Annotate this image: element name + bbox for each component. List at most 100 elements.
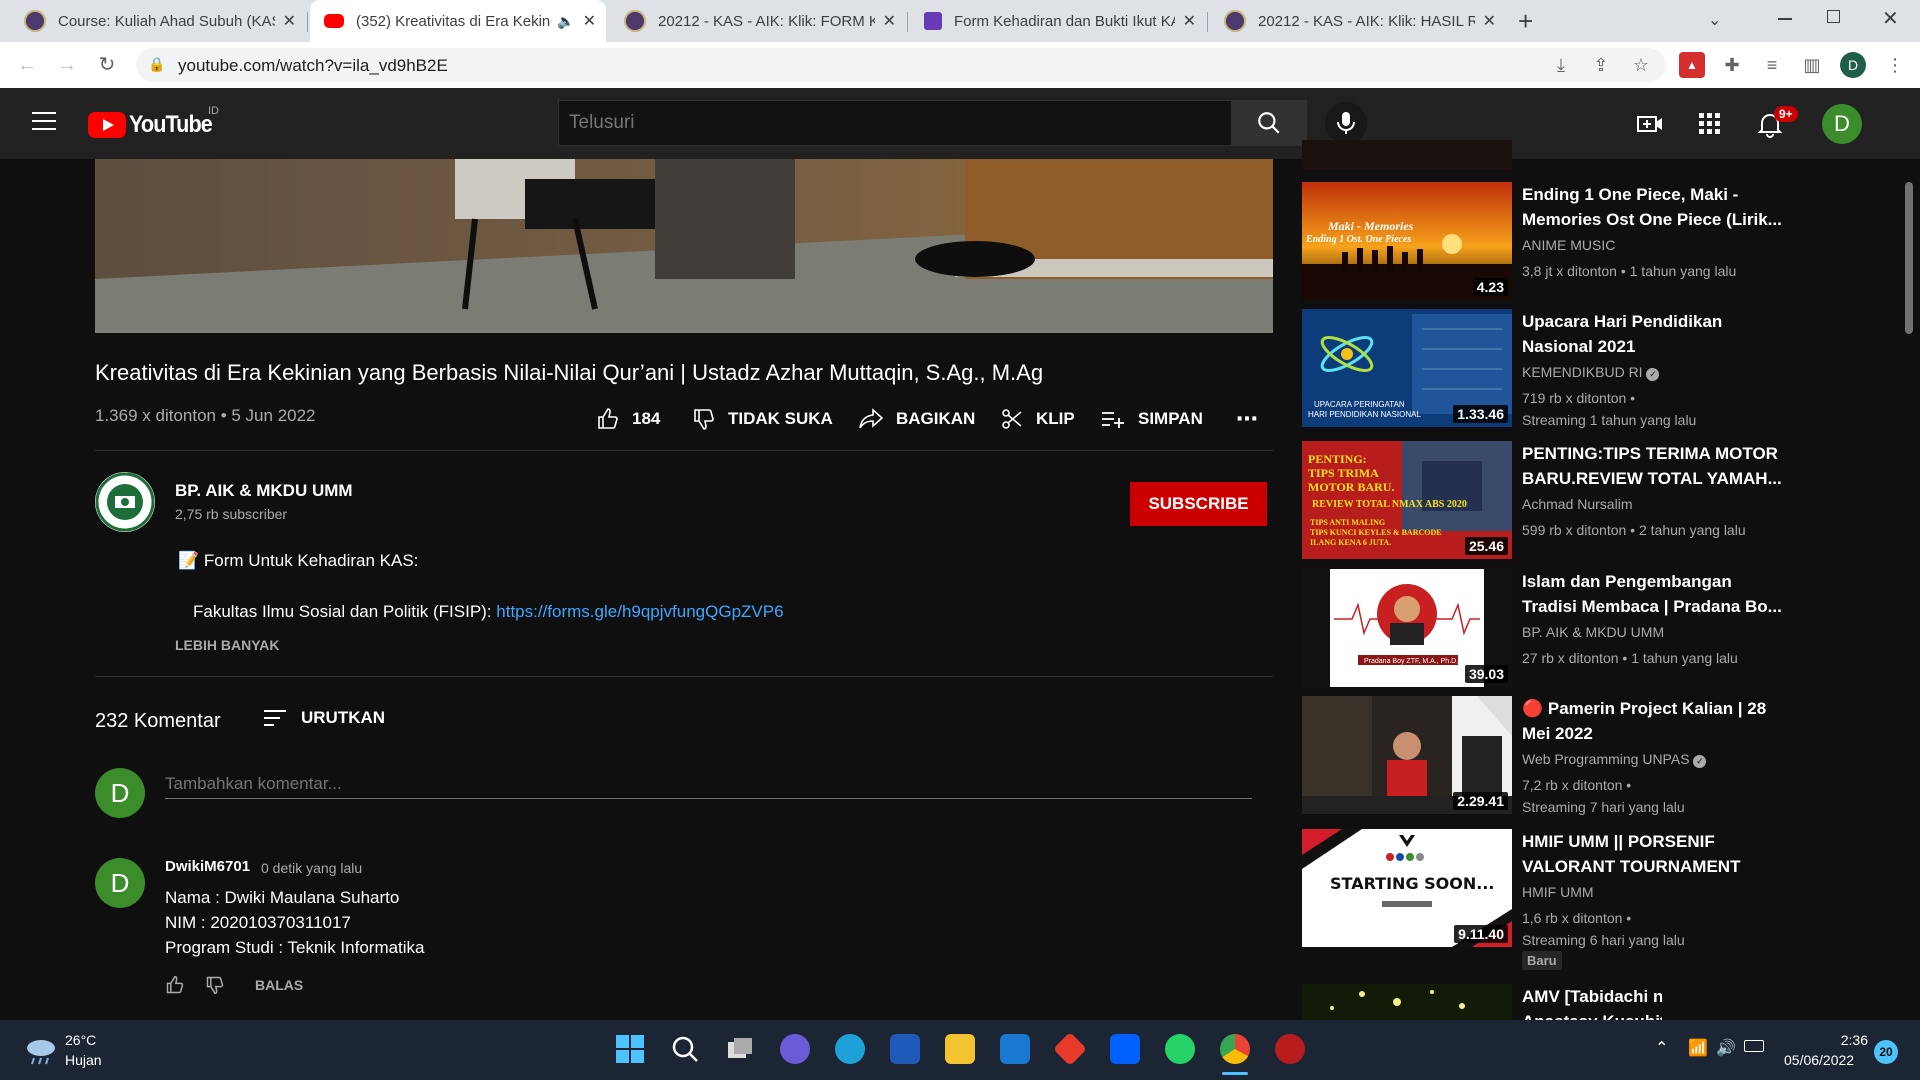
pdf-extension-icon[interactable]: ▲ xyxy=(1679,52,1705,78)
close-tab-icon[interactable]: ✕ xyxy=(283,11,296,31)
recommendation-thumbnail xyxy=(1302,984,1512,1020)
browser-tab-form-ke[interactable]: 20212 - KAS - AIK: Klik: FORM KE ✕ xyxy=(610,0,906,42)
comment-dislike-icon[interactable] xyxy=(205,975,225,995)
tab-separator xyxy=(1207,12,1208,32)
edge-browser-icon[interactable] xyxy=(835,1034,865,1064)
notification-badge: 9+ xyxy=(1774,106,1798,122)
share-icon[interactable]: ⇪ xyxy=(1588,52,1614,78)
mail-icon[interactable] xyxy=(1000,1034,1030,1064)
comment-timestamp[interactable]: 0 detik yang lalu xyxy=(261,860,362,876)
minimize-window-icon[interactable] xyxy=(1778,18,1792,20)
wifi-icon[interactable]: 📶 xyxy=(1688,1038,1708,1058)
teams-chat-icon[interactable] xyxy=(780,1034,810,1064)
search-button[interactable] xyxy=(1231,100,1307,146)
notification-count-badge[interactable]: 20 xyxy=(1874,1040,1898,1064)
chrome-icon[interactable] xyxy=(1220,1034,1250,1064)
memo-icon: 📝 xyxy=(178,551,200,570)
account-avatar[interactable]: D xyxy=(1822,104,1862,144)
speaker-icon[interactable]: 🔈 xyxy=(557,13,574,30)
show-more-button[interactable]: LEBIH BANYAK xyxy=(175,637,280,653)
share-button[interactable]: BAGIKAN xyxy=(858,405,975,433)
chrome-menu-icon[interactable]: ⋮ xyxy=(1882,52,1908,78)
recommendation-item[interactable]: AMV [Tabidachi no Uta] ~ Anastasy Kusuhi… xyxy=(1302,984,1662,1020)
whatsapp-icon[interactable] xyxy=(1165,1034,1195,1064)
browser-tab-google-form[interactable]: Form Kehadiran dan Bukti Ikut KAS ✕ xyxy=(910,0,1206,42)
address-bar[interactable]: 🔒 youtube.com/watch?v=ila_vd9hB2E xyxy=(136,48,1666,82)
clock-time[interactable]: 2:36 xyxy=(1812,1032,1868,1048)
comment-text-line: NIM : 202010370311017 xyxy=(165,913,351,932)
dropbox-icon[interactable] xyxy=(1110,1034,1140,1064)
add-comment-input[interactable] xyxy=(165,770,1252,799)
valorant-icon[interactable] xyxy=(1275,1034,1305,1064)
recommendation-item[interactable]: PENTING: TIPS TRIMA MOTOR BARU. REVIEW T… xyxy=(1302,441,1782,561)
subscribe-button[interactable]: SUBSCRIBE xyxy=(1130,482,1267,526)
channel-name[interactable]: BP. AIK & MKDU UMM xyxy=(175,481,353,501)
save-button[interactable]: SIMPAN xyxy=(1100,405,1203,433)
browser-tab-hasil[interactable]: 20212 - KAS - AIK: Klik: HASIL RE ✕ xyxy=(1210,0,1506,42)
install-app-icon[interactable]: ⤓ xyxy=(1548,52,1574,78)
page-scrollbar[interactable] xyxy=(1905,182,1913,334)
bookmark-star-icon[interactable]: ☆ xyxy=(1628,52,1654,78)
search-icon xyxy=(1258,112,1280,134)
word-icon[interactable] xyxy=(890,1034,920,1064)
comment-like-icon[interactable] xyxy=(165,975,185,995)
battery-icon[interactable] xyxy=(1744,1040,1764,1052)
side-panel-icon[interactable]: ▥ xyxy=(1799,52,1825,78)
voice-search-button[interactable] xyxy=(1325,102,1367,144)
recommendation-item[interactable]: Pradana Boy ZTF, M.A., Ph.D. 39.03 Islam… xyxy=(1302,569,1782,689)
comment-author-name[interactable]: DwikiM6701 xyxy=(165,858,250,875)
clock-date[interactable]: 05/06/2022 xyxy=(1784,1052,1854,1068)
reload-icon[interactable]: ↻ xyxy=(92,50,122,80)
recommendation-item[interactable]: Maki - Memories Ending 1 Ost. One Pieces… xyxy=(1302,182,1782,302)
search-icon[interactable] xyxy=(670,1034,700,1064)
tray-chevron-icon[interactable]: ⌃ xyxy=(1655,1038,1668,1058)
profile-avatar[interactable]: D xyxy=(1840,52,1866,78)
file-explorer-icon[interactable] xyxy=(945,1034,975,1064)
new-tab-icon[interactable]: + xyxy=(1518,6,1533,37)
close-tab-icon[interactable]: ✕ xyxy=(1483,11,1496,31)
windows-start-icon[interactable] xyxy=(615,1034,645,1064)
close-tab-icon[interactable]: ✕ xyxy=(1183,11,1196,31)
more-actions-icon[interactable]: ⋯ xyxy=(1236,405,1258,433)
clip-button[interactable]: KLIP xyxy=(1000,405,1075,433)
restore-window-icon[interactable] xyxy=(1827,10,1840,23)
extensions-puzzle-icon[interactable]: ✚ xyxy=(1719,52,1745,78)
recommendation-meta: 3,8 jt x ditonton • 1 tahun yang lalu xyxy=(1522,263,1737,279)
dislike-button[interactable]: TIDAK SUKA xyxy=(692,405,833,433)
recommendation-item[interactable]: STARTING SOON... 9.11.40 HMIF UMM || POR… xyxy=(1302,829,1740,970)
like-button[interactable]: 184 xyxy=(596,405,660,433)
browser-tab-course[interactable]: Course: Kuliah Ahad Subuh (KAS) ✕ xyxy=(10,0,306,42)
volume-icon[interactable]: 🔊 xyxy=(1716,1038,1736,1058)
recommendation-title: PENTING:TIPS TERIMA MOTOR BARU.REVIEW TO… xyxy=(1522,444,1782,488)
browser-tab-youtube[interactable]: (352) Kreativitas di Era Kekinian 🔈 ✕ xyxy=(310,0,606,42)
close-tab-icon[interactable]: ✕ xyxy=(583,11,596,31)
recommendation-item[interactable]: UPACARA PERINGATAN HARI PENDIDIKAN NASIO… xyxy=(1302,309,1722,429)
hamburger-menu-icon[interactable] xyxy=(32,112,56,130)
recommendation-thumbnail-partial[interactable] xyxy=(1302,140,1512,170)
apps-grid-icon[interactable] xyxy=(1696,110,1724,138)
microphone-icon xyxy=(1337,112,1355,134)
video-player[interactable] xyxy=(95,159,1273,333)
media-control-icon[interactable]: ≡ xyxy=(1759,52,1785,78)
close-tab-icon[interactable]: ✕ xyxy=(883,11,896,31)
tab-search-chevron-icon[interactable]: ⌄ xyxy=(1708,10,1721,30)
recommendation-item[interactable]: 2.29.41 🔴 Pamerin Project Kalian | 28 Me… xyxy=(1302,696,1766,816)
thumbnail-text: HARI PENDIDIKAN NASIONAL xyxy=(1308,410,1421,419)
youtube-logo[interactable]: YouTube ID xyxy=(88,105,221,139)
search-input[interactable] xyxy=(558,100,1232,146)
thumbnail-text: MOTOR BARU. xyxy=(1308,480,1394,494)
back-arrow-icon[interactable]: ← xyxy=(12,50,42,80)
duration-badge: 2.29.41 xyxy=(1453,792,1508,810)
sort-comments-button[interactable]: URUTKAN xyxy=(263,708,385,728)
form-link[interactable]: https://forms.gle/h9qpjvfungQGpZVP6 xyxy=(496,602,783,621)
task-view-icon[interactable] xyxy=(725,1034,755,1064)
duration-badge: 4.23 xyxy=(1472,278,1508,296)
close-window-icon[interactable]: ✕ xyxy=(1882,6,1899,31)
forward-arrow-icon[interactable]: → xyxy=(52,50,82,80)
weather-widget[interactable] xyxy=(24,1036,58,1071)
create-video-icon[interactable] xyxy=(1636,110,1664,138)
reply-button[interactable]: BALAS xyxy=(255,977,303,993)
comment-author-avatar[interactable]: D xyxy=(95,858,145,908)
channel-avatar[interactable] xyxy=(95,472,155,532)
thumbnail-text: Pradana Boy ZTF, M.A., Ph.D. xyxy=(1364,658,1458,665)
